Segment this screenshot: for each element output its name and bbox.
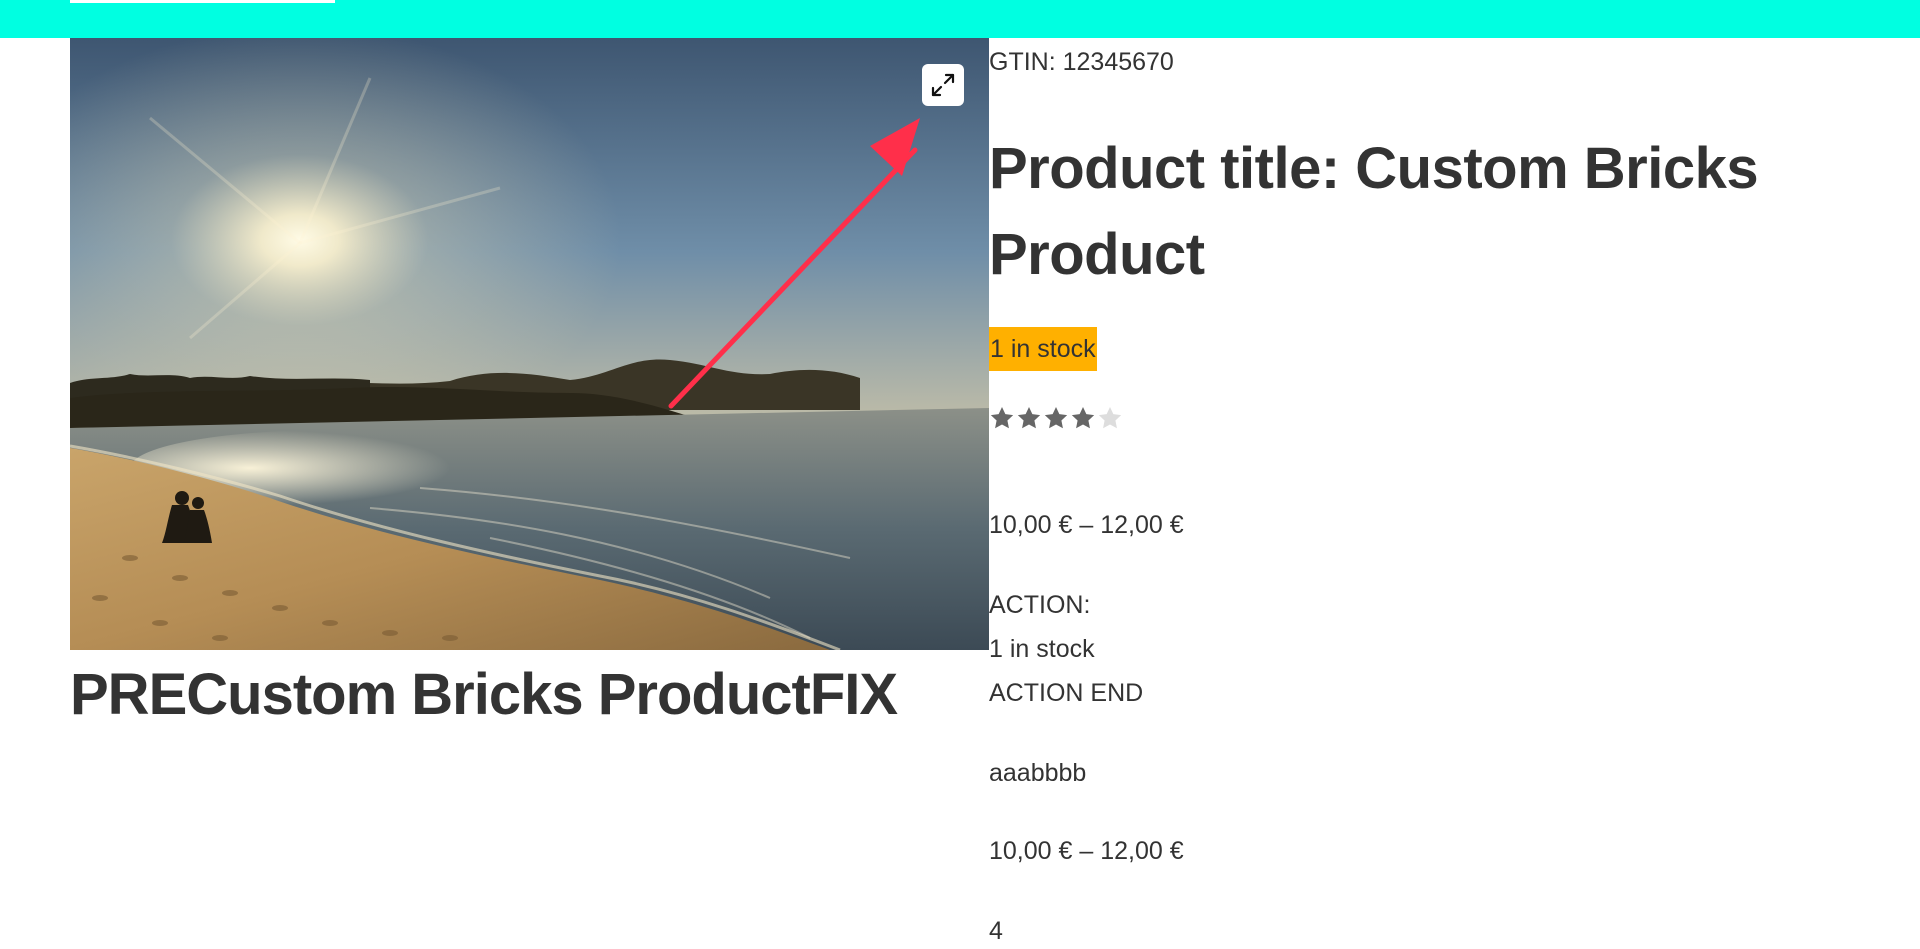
rating-number: 4 [989,917,1003,945]
action-stock-text: 1 in stock [989,635,1095,663]
stock-badge: 1 in stock [989,327,1097,371]
expand-arrows-icon [931,73,955,97]
zoom-button[interactable] [922,64,964,106]
action-end-text: ACTION END [989,679,1144,707]
price-range-secondary: 10,00 € – 12,00 € [989,837,1184,865]
beach-photo [70,38,989,650]
action-start-text: ACTION: [989,591,1091,619]
star-empty-icon [1098,406,1122,429]
custom-text: aaabbbb [989,759,1087,787]
star-filled-icon [1044,406,1068,429]
star-rating [989,405,1123,431]
product-heading-left: PRECustom Bricks ProductFIX [70,662,898,727]
star-filled-icon [990,406,1014,429]
product-gallery-image[interactable] [70,38,989,650]
price-range: 10,00 € – 12,00 € [989,511,1184,539]
top-header-bar [0,0,1920,38]
header-tab-indicator [70,0,335,3]
star-filled-icon [1071,406,1095,429]
star-filled-icon [1017,406,1041,429]
gtin-text: GTIN: 12345670 [989,48,1174,76]
product-title: Product title: Custom Bricks Product [989,136,1759,287]
